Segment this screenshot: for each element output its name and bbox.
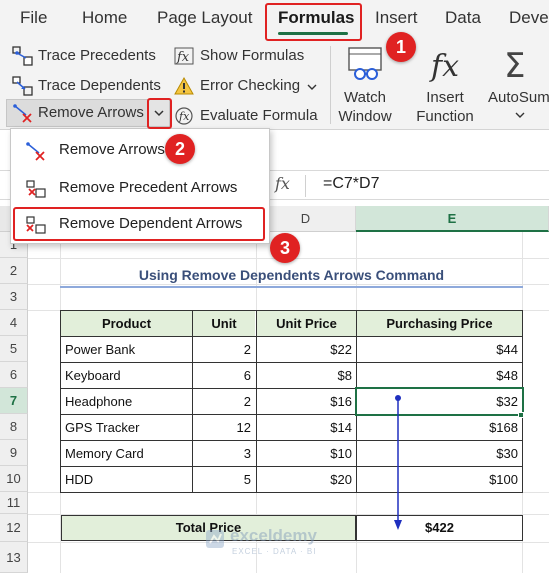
worksheet-grid[interactable]: D E 1 2 3 4 5 6 7 8 9 10 11 12 13 Using …: [0, 206, 549, 573]
tab-insert[interactable]: Insert: [375, 0, 418, 36]
selected-cell-outline: [355, 387, 524, 416]
fill-handle[interactable]: [518, 412, 524, 418]
menu-item-label: Remove Arrows: [59, 141, 165, 158]
fx-icon[interactable]: fx: [275, 174, 290, 193]
remove-arrows-icon: [26, 142, 45, 161]
ribbon-formulas-panel: Trace Precedents Trace Dependents Remove…: [0, 38, 549, 130]
formula-bar-separator: [305, 175, 306, 197]
formula-input[interactable]: =C7*D7: [323, 175, 379, 193]
evaluate-formula-icon: fx: [175, 107, 193, 125]
insert-function-button[interactable]: fx Insert Function: [412, 44, 478, 126]
tab-developer[interactable]: Devel: [509, 0, 549, 36]
insert-function-icon: fx: [429, 49, 459, 84]
trace-dependents-icon: [12, 76, 33, 96]
annotation-highlight-remove-dependent: [13, 207, 265, 241]
svg-text:Σ: Σ: [504, 46, 525, 84]
sigma-icon: Σ: [504, 46, 525, 84]
show-formulas-icon: fx: [174, 47, 194, 65]
svg-text:fx: fx: [176, 50, 190, 65]
ribbon-separator: [330, 46, 331, 124]
menu-item-remove-arrows[interactable]: Remove Arrows: [19, 134, 263, 166]
watch-window-label-line2: Window: [338, 108, 392, 125]
error-checking-chevron-icon[interactable]: [306, 81, 318, 93]
show-formulas-label: Show Formulas: [200, 47, 305, 64]
exceldemy-watermark: exceldemy EXCEL · DATA · BI: [204, 524, 354, 564]
annotation-highlight-formulas-tab: [265, 3, 362, 41]
remove-arrows-label: Remove Arrows: [38, 104, 144, 121]
tab-page-layout[interactable]: Page Layout: [157, 0, 252, 36]
tab-file[interactable]: File: [20, 0, 47, 36]
trace-dependents-label: Trace Dependents: [38, 77, 161, 94]
watermark-tagline: EXCEL · DATA · BI: [232, 547, 317, 556]
remove-precedent-arrows-icon: [26, 180, 46, 198]
watermark-brand: exceldemy: [230, 526, 317, 545]
watch-window-button[interactable]: Watch Window: [334, 44, 396, 126]
autosum-chevron-icon: [515, 112, 525, 118]
tab-home[interactable]: Home: [82, 0, 127, 36]
trace-dependent-arrow: [394, 395, 402, 530]
error-checking-label: Error Checking: [200, 77, 301, 94]
svg-text:fx: fx: [429, 49, 459, 84]
error-checking-icon: [174, 76, 194, 95]
total-value[interactable]: $422: [357, 515, 522, 541]
trace-precedents-icon: [12, 46, 33, 66]
insert-function-label-line2: Function: [416, 108, 474, 125]
step-badge-1: 1: [386, 32, 416, 62]
watch-window-icon: [348, 47, 382, 80]
trace-precedents-label: Trace Precedents: [38, 47, 156, 64]
exceldemy-logo-icon: [206, 530, 224, 548]
step-badge-2: 2: [165, 134, 195, 164]
autosum-button[interactable]: Σ AutoSum: [488, 44, 549, 126]
step-badge-3: 3: [270, 233, 300, 263]
menu-item-label: Remove Precedent Arrows: [59, 179, 238, 196]
annotation-highlight-dropdown: [147, 98, 172, 129]
evaluate-formula-label: Evaluate Formula: [200, 107, 318, 124]
menu-item-remove-precedent-arrows[interactable]: Remove Precedent Arrows: [19, 172, 263, 204]
insert-function-label-line1: Insert: [426, 89, 464, 106]
autosum-label: AutoSum: [488, 89, 549, 106]
tab-data[interactable]: Data: [445, 0, 481, 36]
watch-window-label-line1: Watch: [344, 89, 386, 106]
remove-arrows-icon: [13, 104, 32, 123]
svg-text:fx: fx: [178, 110, 190, 123]
